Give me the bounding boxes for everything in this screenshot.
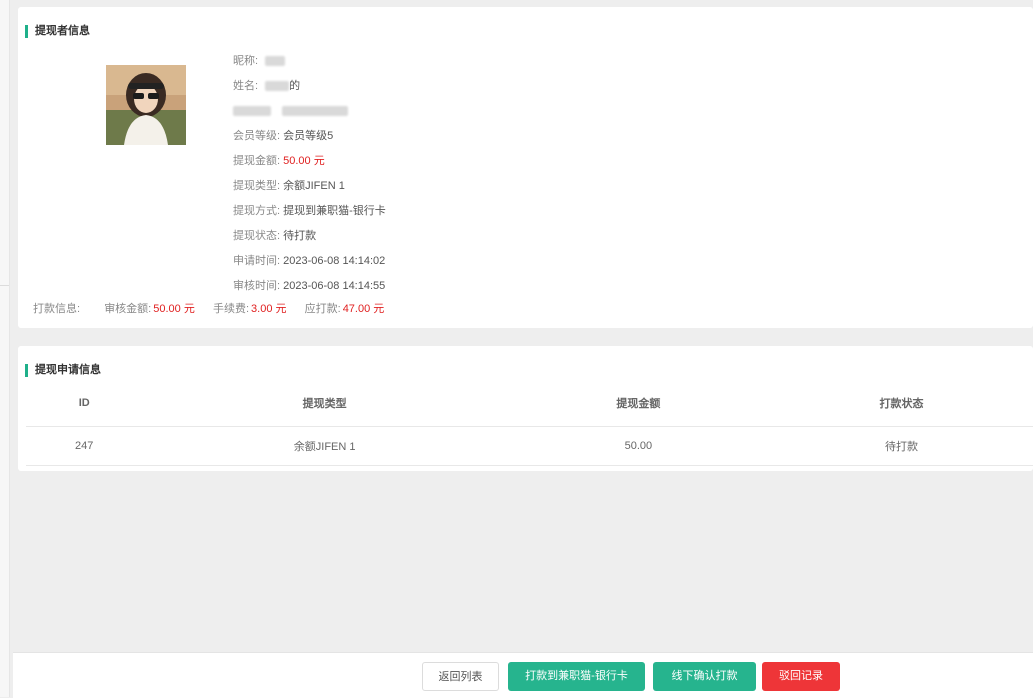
col-amount: 提现金额 xyxy=(506,380,770,427)
request-table: ID 提现类型 提现金额 打款状态 247 余额JIFEN 1 50.00 待打… xyxy=(26,380,1033,466)
action-footer: 返回列表 打款到兼职猫-银行卡 线下确认打款 驳回记录 xyxy=(13,652,1033,698)
applicant-section-title: 提现者信息 xyxy=(25,25,90,38)
applicant-avatar xyxy=(106,65,186,145)
apply-time-row: 申请时间: 2023-06-08 14:14:02 xyxy=(233,255,386,267)
reject-button[interactable]: 驳回记录 xyxy=(762,662,840,691)
review-amount: 50.00 元 xyxy=(153,303,195,315)
offline-confirm-button[interactable]: 线下确认打款 xyxy=(653,662,756,691)
request-section-title: 提现申请信息 xyxy=(25,364,101,377)
phone-label-redacted xyxy=(233,106,271,117)
cell-amount: 50.00 xyxy=(506,426,770,466)
phone-row xyxy=(233,104,349,118)
cell-type: 余额JIFEN 1 xyxy=(142,426,507,466)
nickname-row: 昵称: xyxy=(233,54,286,68)
table-header-row: ID 提现类型 提现金额 打款状态 xyxy=(26,380,1033,427)
withdraw-method-row: 提现方式: 提现到兼职猫-银行卡 xyxy=(233,205,386,217)
phone-value-redacted xyxy=(282,106,349,117)
payment-info-row: 打款信息: 审核金额: 50.00 元 手续费: 3.00 元 应打款: 47.00 … xyxy=(33,303,385,315)
request-info-panel: 提现申请信息 ID 提现类型 提现金额 打款状态 247 余额JIFEN 1 5… xyxy=(18,346,1033,471)
col-type: 提现类型 xyxy=(142,380,507,427)
table-row: 247 余额JIFEN 1 50.00 待打款 xyxy=(26,426,1033,466)
payable-amount: 47.00 元 xyxy=(342,303,385,315)
cell-status: 待打款 xyxy=(769,426,1033,466)
back-to-list-button[interactable]: 返回列表 xyxy=(422,662,499,691)
col-id: ID xyxy=(26,380,143,427)
withdraw-status-row: 提现状态: 待打款 xyxy=(233,230,317,242)
name-row: 姓名: 的 xyxy=(233,80,301,92)
pay-to-bank-card-button[interactable]: 打款到兼职猫-银行卡 xyxy=(508,662,645,691)
cell-id: 247 xyxy=(26,426,143,466)
applicant-info-panel: 提现者信息 昵称: 姓名: 的 会员等级: 会员等级5 提现金额: 50.00 … xyxy=(18,7,1033,328)
fee-amount: 3.00 元 xyxy=(251,303,287,315)
name-value-redacted xyxy=(265,81,290,92)
left-sidebar-edge xyxy=(0,0,10,697)
withdraw-type-row: 提现类型: 余额JIFEN 1 xyxy=(233,180,345,192)
member-level-row: 会员等级: 会员等级5 xyxy=(233,130,334,142)
nickname-value-redacted xyxy=(265,56,286,67)
withdraw-amount-row: 提现金额: 50.00 元 xyxy=(233,155,325,167)
col-status: 打款状态 xyxy=(769,380,1033,427)
review-time-row: 审核时间: 2023-06-08 14:14:55 xyxy=(233,280,386,292)
